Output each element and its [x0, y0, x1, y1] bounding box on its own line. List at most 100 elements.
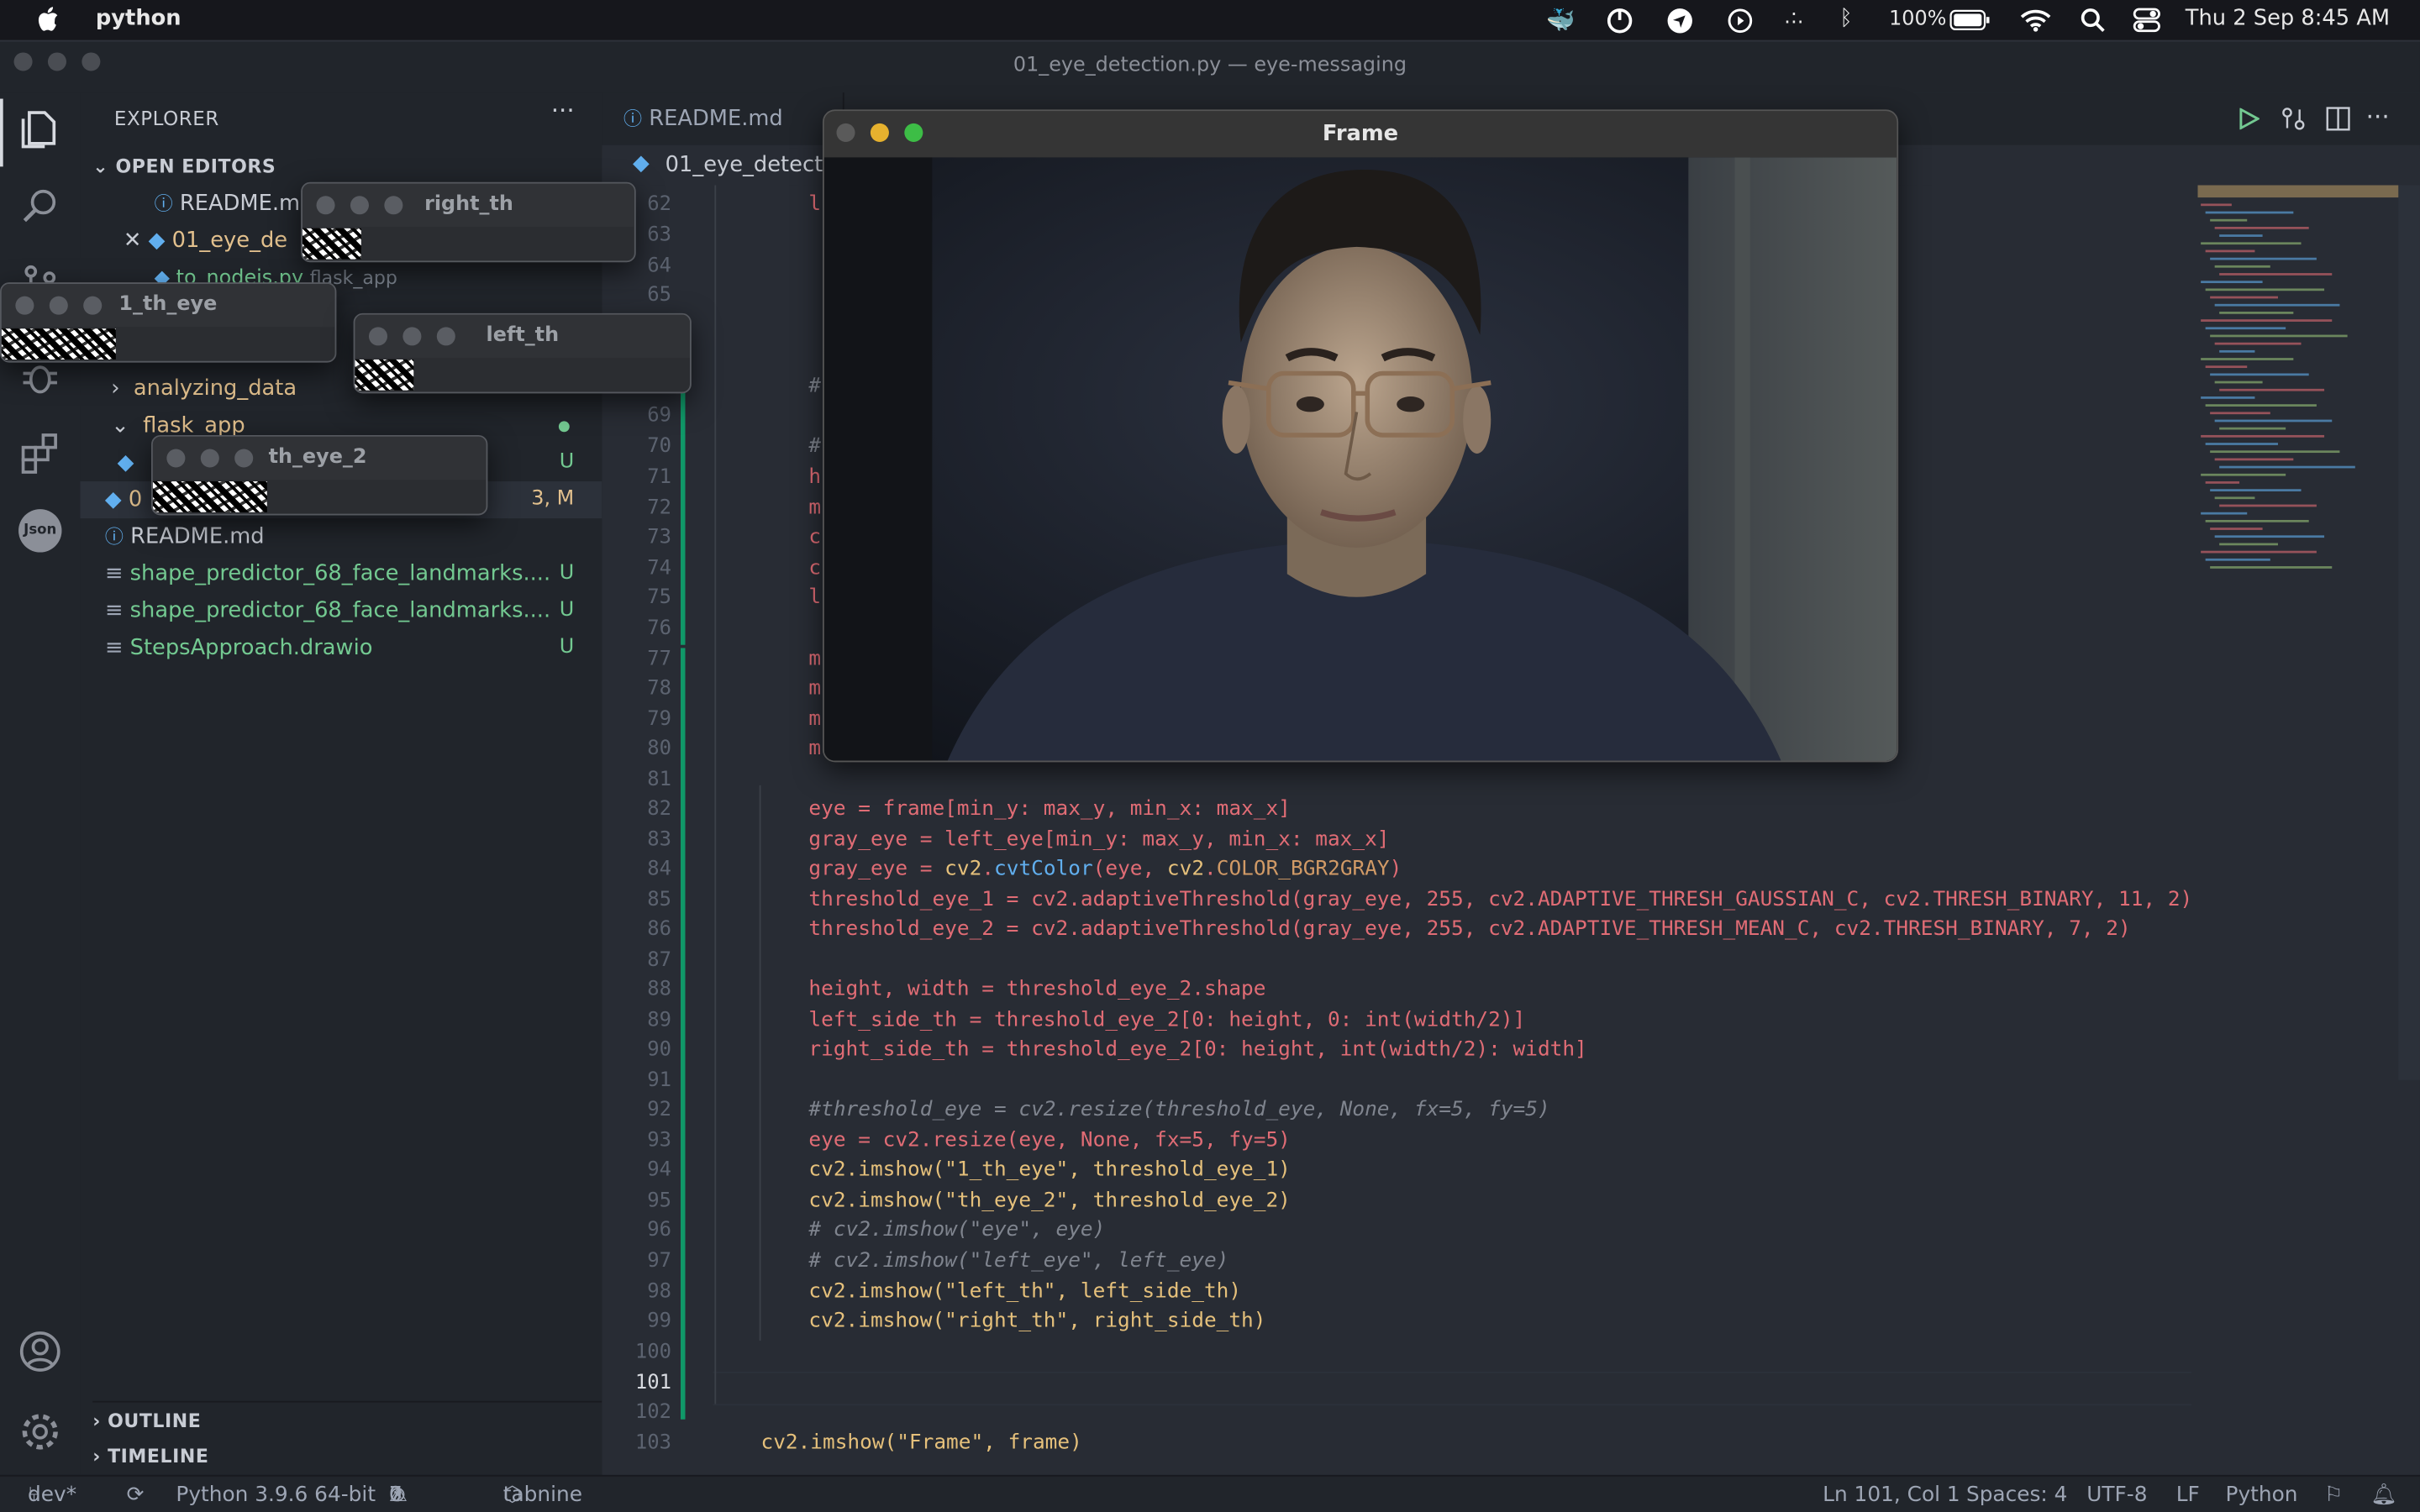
code-line[interactable]: eye = cv2.resize(eye, None, fx=5, fy=5)	[808, 1129, 1290, 1152]
close-window-button[interactable]	[13, 52, 33, 71]
indentation[interactable]: Spaces: 4	[1966, 1477, 2068, 1512]
wifi-icon[interactable]	[2020, 8, 2051, 32]
code-line[interactable]: left_side_th = threshold_eye_2[0: height…	[808, 1009, 1525, 1032]
code-line[interactable]: m	[808, 496, 821, 520]
right-th-window[interactable]: right_th	[301, 181, 636, 263]
code-line[interactable]: #	[808, 375, 821, 398]
power-icon[interactable]	[1607, 8, 1633, 34]
code-line[interactable]: threshold_eye_1 = cv2.adaptiveThreshold(…	[808, 889, 2192, 912]
minimize-button[interactable]	[870, 123, 889, 142]
tree-file[interactable]: ≡ shape_predictor_68_face_landmarks.... U	[105, 555, 627, 592]
open-editors-header[interactable]: ⌄ OPEN EDITORS	[92, 148, 614, 185]
minimize-button[interactable]	[49, 296, 68, 315]
code-line[interactable]: m	[808, 708, 821, 732]
frame-window[interactable]: Frame	[822, 109, 1899, 763]
code-line[interactable]: c	[808, 557, 821, 580]
editor-more-icon[interactable]: ···	[2366, 102, 2390, 131]
code-line[interactable]: cv2.imshow("right_th", right_side_th)	[808, 1310, 1265, 1333]
control-center-icon[interactable]	[2133, 8, 2160, 33]
code-line[interactable]: gray_eye = cv2.cvtColor(eye, cv2.COLOR_B…	[808, 858, 1402, 881]
language-mode[interactable]: Python	[2226, 1477, 2298, 1512]
code-line[interactable]: height, width = threshold_eye_2.shape	[808, 978, 1265, 1001]
split-editor-icon[interactable]	[2326, 107, 2350, 131]
code-line[interactable]: # cv2.imshow("left_eye", left_eye)	[808, 1250, 1228, 1273]
window-titlebar[interactable]: 1_th_eye	[1, 283, 335, 328]
tree-file[interactable]: ≡ StepsApproach.drawio U	[105, 629, 627, 666]
close-button[interactable]	[316, 196, 335, 215]
more-actions-icon[interactable]: ···	[551, 96, 575, 125]
tree-file[interactable]: ⓘ README.md	[105, 518, 627, 555]
outline-section[interactable]: › OUTLINE	[92, 1400, 615, 1440]
zoom-button[interactable]	[83, 296, 103, 315]
code-line[interactable]: m	[808, 677, 821, 701]
account-icon[interactable]	[15, 1327, 65, 1377]
zoom-button[interactable]	[234, 449, 254, 468]
explorer-icon[interactable]	[15, 105, 65, 155]
close-button[interactable]	[836, 123, 855, 142]
th-eye-2-window[interactable]: th_eye_2	[150, 434, 488, 516]
window-titlebar[interactable]: Frame	[823, 111, 1897, 158]
code-line[interactable]: l	[808, 193, 821, 217]
code-line[interactable]: l	[808, 586, 821, 610]
clock[interactable]: Thu 2 Sep 8:45 AM	[2186, 6, 2390, 30]
close-button[interactable]	[166, 449, 186, 468]
python-interpreter[interactable]: Python 3.9.6 64-bit	[176, 1477, 376, 1512]
code-line[interactable]: eye = frame[min_y: max_y, min_x: max_x]	[808, 798, 1290, 822]
vertical-scrollbar[interactable]	[2398, 185, 2420, 1080]
tab-readme[interactable]: ⓘ README.md	[602, 92, 844, 145]
battery-icon[interactable]	[1949, 9, 1991, 31]
extensions-icon[interactable]	[15, 429, 65, 479]
play-circle-icon[interactable]	[1727, 8, 1753, 34]
location-icon[interactable]	[1667, 8, 1693, 34]
code-line[interactable]: c	[808, 526, 821, 549]
json-icon[interactable]: Json	[18, 509, 62, 553]
minimize-button[interactable]	[200, 449, 219, 468]
line-ending[interactable]: LF	[2176, 1477, 2200, 1512]
one-th-eye-window[interactable]: 1_th_eye	[0, 282, 337, 363]
code-line[interactable]: cv2.imshow("th_eye_2", threshold_eye_2)	[808, 1189, 1290, 1213]
code-line[interactable]: # cv2.imshow("eye", eye)	[808, 1219, 1105, 1242]
active-app-name[interactable]: python	[96, 6, 182, 30]
tree-file[interactable]: ≡ shape_predictor_68_face_landmarks.... U	[105, 592, 627, 629]
bluetooth-icon[interactable]: ᛒ	[1839, 6, 1852, 30]
search-icon[interactable]	[15, 182, 65, 232]
code-line[interactable]: cv2.imshow("left_th", left_side_th)	[808, 1280, 1241, 1304]
sync-icon[interactable]: ⟳	[127, 1477, 145, 1512]
cursor-position[interactable]: Ln 101, Col 1	[1823, 1477, 1960, 1512]
docker-icon[interactable]: 🐳	[1546, 6, 1575, 34]
code-line[interactable]: cv2.imshow("1_th_eye", threshold_eye_1)	[808, 1158, 1290, 1182]
spotlight-search-icon[interactable]	[2081, 8, 2105, 33]
code-line[interactable]: #threshold_eye = cv2.resize(threshold_ey…	[808, 1099, 1549, 1122]
code-line[interactable]: right_side_th = threshold_eye_2[0: heigh…	[808, 1038, 1586, 1062]
notifications-bell-icon[interactable]: 🔔︎	[2370, 1477, 2396, 1512]
minimize-button[interactable]	[350, 196, 369, 215]
zoom-button[interactable]	[384, 196, 403, 215]
code-line[interactable]: m	[808, 648, 821, 671]
compare-changes-icon[interactable]	[2281, 107, 2306, 131]
breadcrumb-file[interactable]: 01_eye_detecti	[666, 153, 829, 177]
code-line[interactable]: m	[808, 738, 821, 761]
window-titlebar[interactable]: left_th	[355, 314, 691, 359]
minimap[interactable]	[2197, 185, 2402, 586]
zoom-button[interactable]	[904, 123, 923, 142]
window-titlebar[interactable]: right_th	[302, 183, 634, 227]
code-line[interactable]: #	[808, 435, 821, 459]
dots-icon[interactable]: .:.	[1784, 6, 1803, 29]
close-button[interactable]	[368, 327, 388, 346]
encoding[interactable]: UTF-8	[2086, 1477, 2147, 1512]
timeline-section[interactable]: › TIMELINE	[92, 1438, 614, 1475]
feedback-icon[interactable]: ⚐	[2324, 1477, 2343, 1512]
close-button[interactable]	[15, 296, 34, 315]
run-icon[interactable]	[2238, 108, 2260, 130]
minimize-button[interactable]	[402, 327, 422, 346]
zoom-button[interactable]	[436, 327, 455, 346]
close-icon[interactable]: ✕	[124, 228, 142, 253]
settings-gear-icon[interactable]	[15, 1407, 65, 1457]
code-line[interactable]: cv2.imshow("Frame", frame)	[760, 1431, 1081, 1455]
window-titlebar[interactable]: th_eye_2	[152, 436, 487, 480]
code-line[interactable]: h	[808, 466, 821, 490]
zoom-window-button[interactable]	[82, 52, 101, 71]
code-line[interactable]: threshold_eye_2 = cv2.adaptiveThreshold(…	[808, 918, 2130, 942]
minimize-window-button[interactable]	[47, 52, 66, 71]
apple-icon[interactable]	[37, 6, 59, 32]
